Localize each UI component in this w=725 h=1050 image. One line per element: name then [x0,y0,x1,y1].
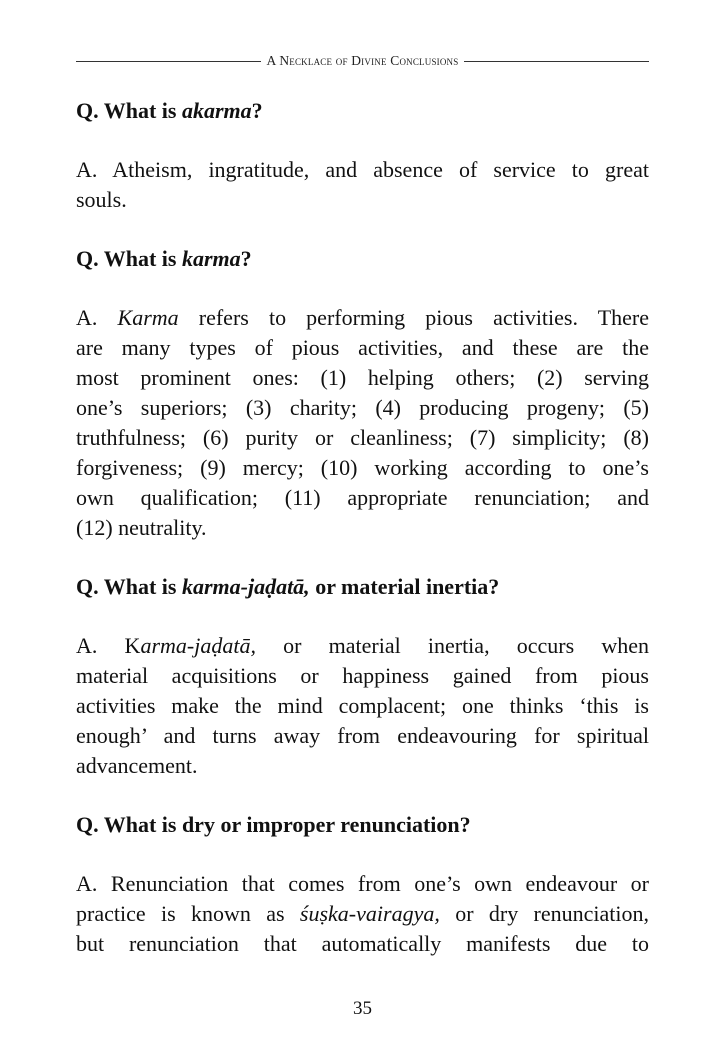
question-suffix: ? [240,246,252,271]
answer-line: but renunciation that automatically mani… [76,931,649,956]
page-content: Q. What is akarma? A. Atheism, ingratitu… [76,96,649,988]
answer-dry-renunciation: A. Renunciation that comes from one’s ow… [76,869,649,959]
answer-line: are many types of pious activities, and … [76,335,649,360]
answer-prefix: A. [76,305,118,330]
question-karma-jadata: Q. What is karma-jaḍatā, or material ine… [76,572,649,602]
answer-line: material acquisitions or happiness gaine… [76,663,649,688]
question-suffix: ? [251,98,263,123]
answer-karma: A. Karma refers to performing pious acti… [76,303,649,543]
answer-line: A. Renunciation that comes from one’s ow… [76,871,649,896]
answer-prefix: practice is known as [76,901,300,926]
question-suffix: or material inertia? [309,574,500,599]
answer-line: advancement. [76,753,198,778]
question-term: akarma [181,98,252,123]
answer-line: A. Atheism, ingratitude, and absence of … [76,157,649,182]
answer-term: Karma [117,305,179,330]
page-number: 35 [353,998,372,1019]
question-term: karma [181,246,241,271]
header-rule-left [76,60,261,62]
answer-line: A. Karma-jaḍatā, or material inertia, oc… [76,631,649,661]
answer-karma-jadata: A. Karma-jaḍatā, or material inertia, oc… [76,631,649,781]
answer-line: practice is known as śuṣka-vairagya, or … [76,899,649,929]
question-akarma: Q. What is akarma? [76,96,649,126]
running-header-title: A Necklace of Divine Conclusions [266,53,459,68]
answer-line: truthfulness; (6) purity or cleanliness;… [76,425,649,450]
answer-text: or material inertia, occurs when [255,633,649,658]
answer-line: souls. [76,187,127,212]
answer-term: arma-jaḍatā, [140,633,256,658]
question-prefix: Q. What is [76,574,182,599]
question-prefix: Q. What is [76,98,182,123]
answer-text: or dry renunciation, [439,901,650,926]
answer-line: forgiveness; (9) mercy; (10) working acc… [76,455,649,480]
answer-line: activities make the mind complacent; one… [76,693,649,718]
header-rule-right [464,60,649,62]
answer-akarma: A. Atheism, ingratitude, and absence of … [76,155,649,215]
question-term: karma-jaḍatā, [181,574,310,599]
answer-prefix: A. K [76,633,141,658]
question-prefix: Q. What is [76,246,182,271]
answer-line: enough’ and turns away from endeavouring… [76,723,649,748]
answer-line: (12) neutrality. [76,515,207,540]
answer-line: own qualification; (11) appropriate renu… [76,485,649,510]
answer-text: refers to performing pious activities. T… [178,305,650,330]
question-dry-renunciation: Q. What is dry or improper renunciation? [76,812,471,837]
answer-line: A. Karma refers to performing pious acti… [76,303,649,333]
book-page: A Necklace of Divine Conclusions Q. What… [0,0,725,1050]
answer-line: most prominent ones: (1) helping others;… [76,365,649,390]
running-header: A Necklace of Divine Conclusions [76,50,649,72]
answer-line: one’s superiors; (3) charity; (4) produc… [76,395,649,420]
question-karma: Q. What is karma? [76,244,649,274]
answer-term: śuṣka-vairagya, [299,901,440,926]
